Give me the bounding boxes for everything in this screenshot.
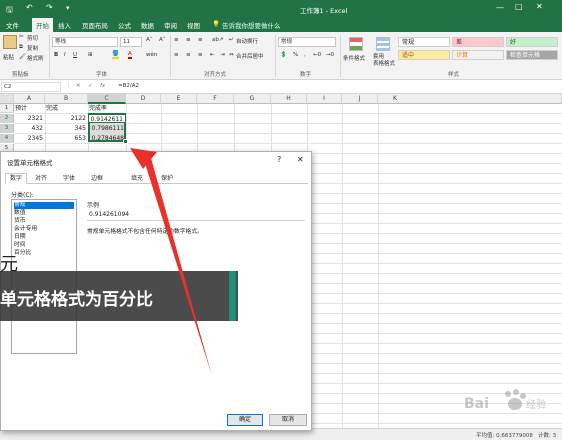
baidu-paw-logo: Bai 经验 <box>464 389 546 412</box>
arrow-shaft <box>144 158 212 376</box>
baidu-watermark: Bai 经验 <box>464 384 560 420</box>
excel-window: { "titlebar":{"doc_title":"工作簿1 - Excel"… <box>0 0 562 440</box>
svg-text:经验: 经验 <box>526 398 546 411</box>
svg-text:Bai: Bai <box>464 396 489 412</box>
red-arrow-annotation <box>130 148 212 376</box>
